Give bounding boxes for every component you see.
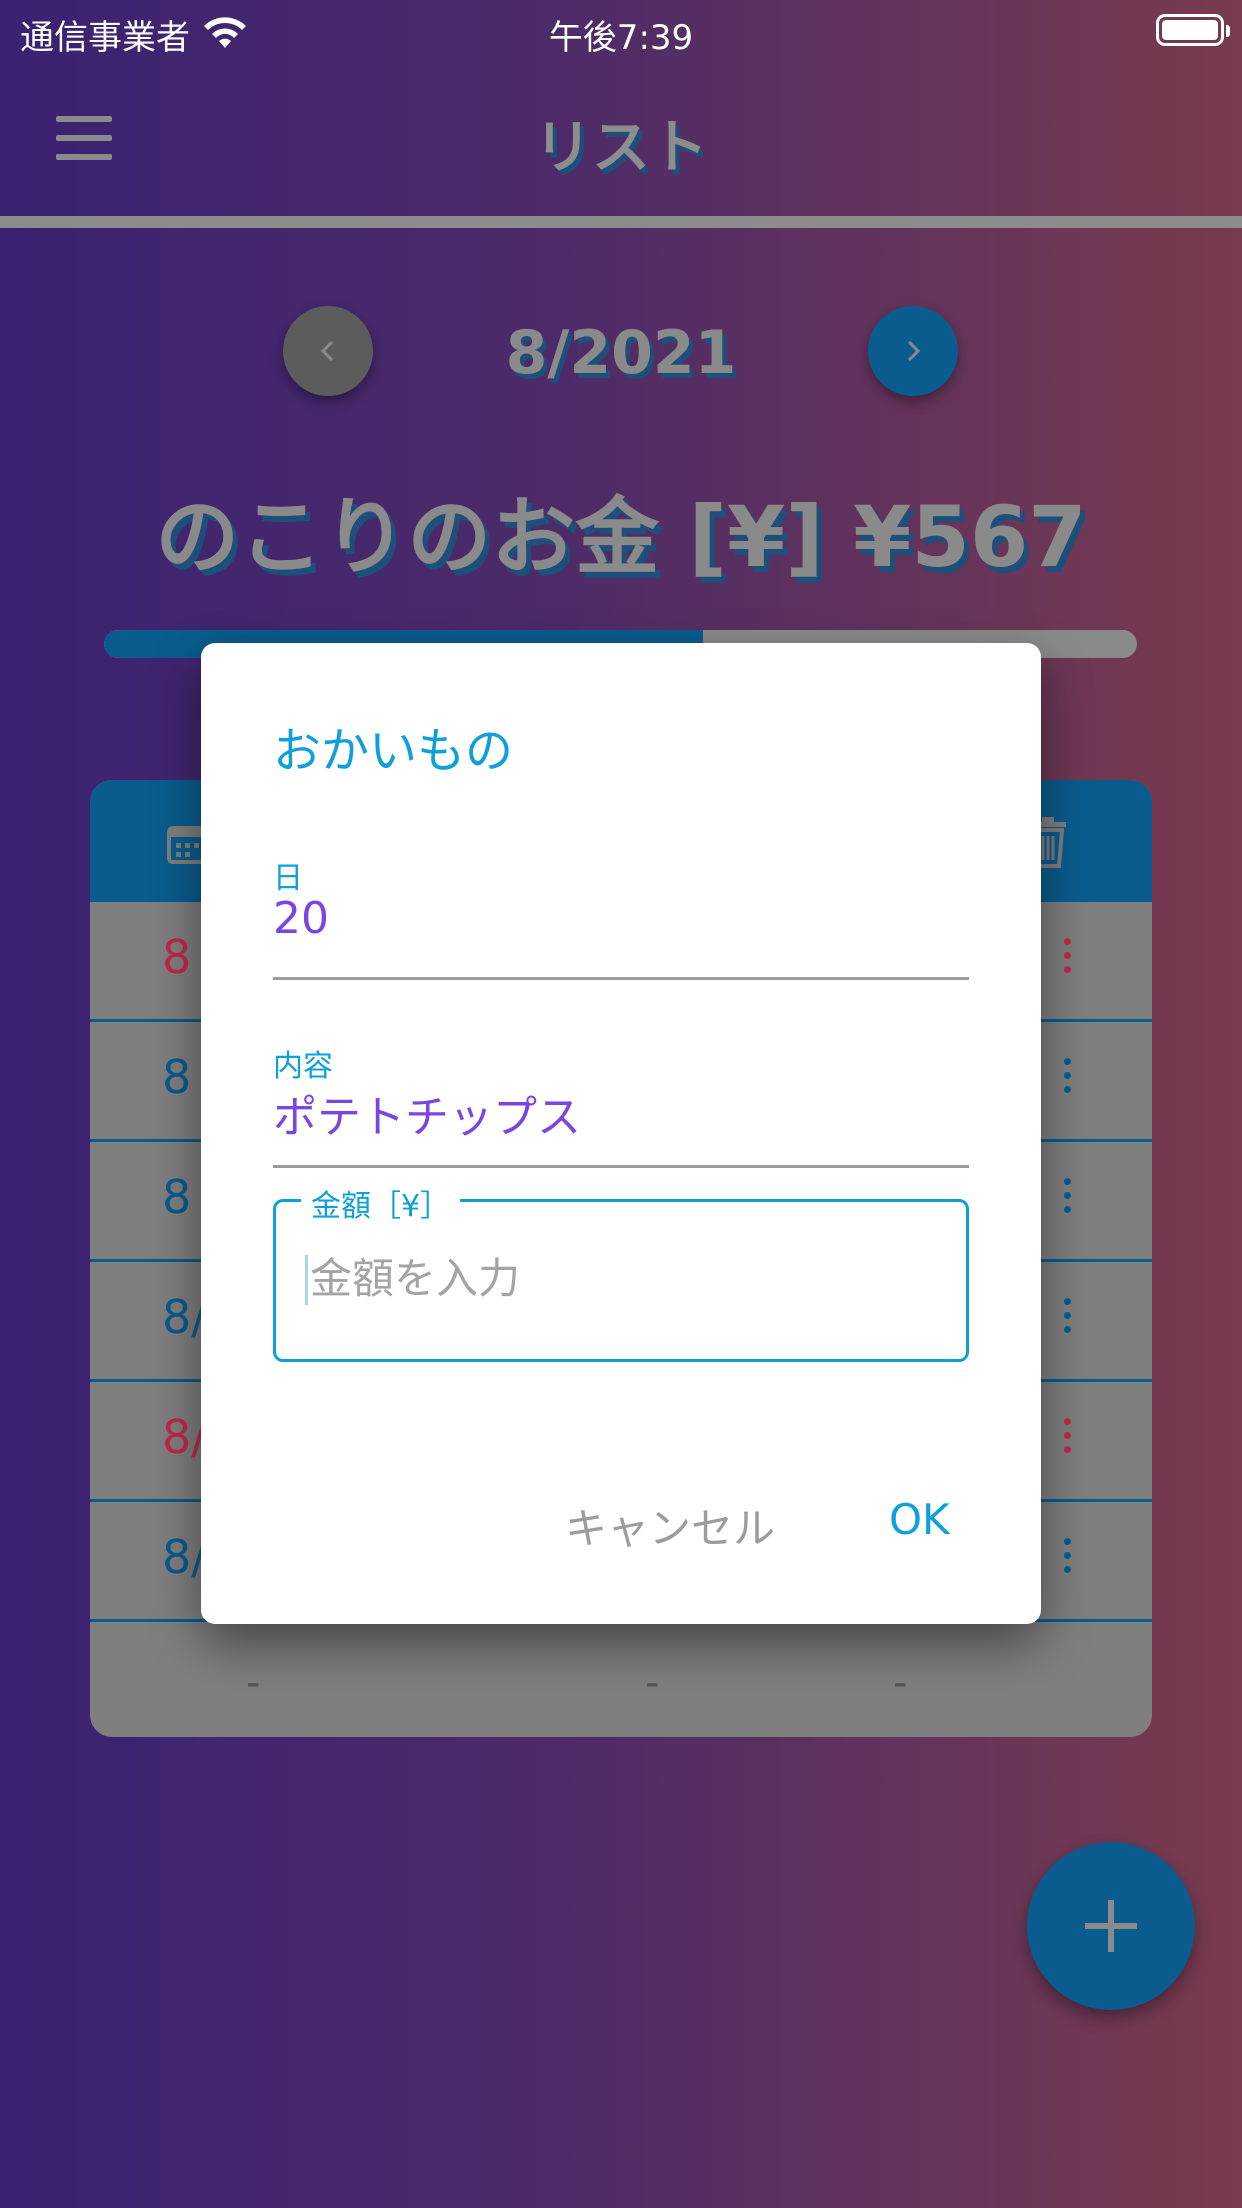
app-bar: リスト xyxy=(0,62,1242,220)
more-options-icon[interactable] xyxy=(1064,938,1072,978)
month-label: 8/2021 xyxy=(505,318,737,388)
more-options-icon[interactable] xyxy=(1064,1058,1072,1098)
day-field-underline xyxy=(273,977,969,980)
add-item-button[interactable] xyxy=(1027,1842,1195,2010)
next-month-button[interactable] xyxy=(868,306,958,396)
amount-field-label: 金額［¥］ xyxy=(301,1181,461,1225)
text-cursor xyxy=(305,1255,308,1305)
remaining-money: のこりのお金 [¥] ¥567 xyxy=(155,488,1087,586)
battery-icon xyxy=(1156,14,1230,46)
content-field-label: 内容 xyxy=(273,1049,333,1084)
clock: 午後7:39 xyxy=(548,18,694,58)
content-field[interactable]: ポテトチップス xyxy=(273,1081,581,1145)
day-field-label: 日 xyxy=(273,861,303,896)
table-footer-cell: - xyxy=(893,1660,908,1706)
status-bar: 通信事業者 午後7:39 xyxy=(0,0,1242,62)
more-options-icon[interactable] xyxy=(1064,1178,1072,1218)
table-footer-cell: - xyxy=(246,1660,261,1706)
more-options-icon[interactable] xyxy=(1064,1418,1072,1458)
shopping-dialog: おかいもの 日 20 内容 ポテトチップス 金額［¥］ キャンセル OK xyxy=(201,643,1041,1624)
content-field-underline xyxy=(273,1165,969,1168)
more-options-icon[interactable] xyxy=(1064,1538,1072,1578)
app-bar-divider xyxy=(0,216,1242,228)
ok-button[interactable]: OK xyxy=(889,1495,950,1544)
cancel-button[interactable]: キャンセル xyxy=(565,1495,775,1556)
table-footer-cell: - xyxy=(645,1660,660,1706)
day-field[interactable]: 20 xyxy=(273,893,329,944)
more-options-icon[interactable] xyxy=(1064,1298,1072,1338)
chevron-right-icon xyxy=(907,340,921,362)
amount-input[interactable] xyxy=(310,1248,930,1308)
dialog-title: おかいもの xyxy=(273,723,514,779)
page-title: リスト xyxy=(533,113,708,181)
